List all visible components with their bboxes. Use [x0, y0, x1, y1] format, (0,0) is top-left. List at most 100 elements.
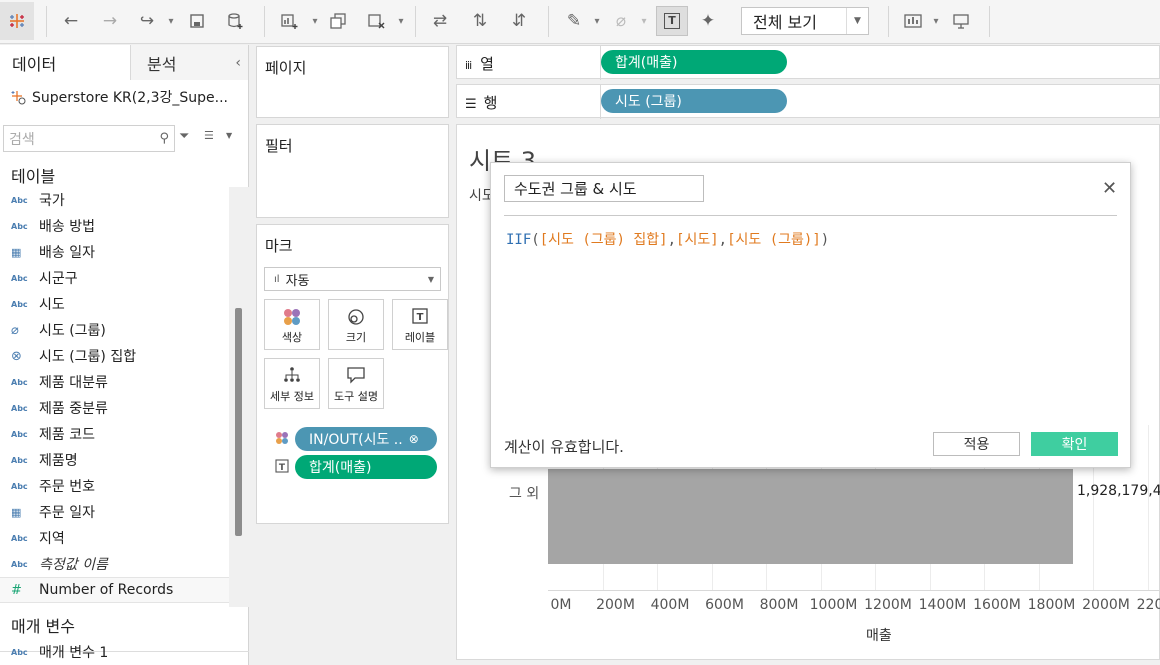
label-button[interactable]: T 레이블: [392, 299, 448, 350]
paperclip-icon[interactable]: ⌀: [610, 6, 632, 36]
filter-icon[interactable]: ⏷: [179, 129, 189, 144]
datasource-item[interactable]: Superstore KR(2,3강_Supe...: [10, 87, 228, 107]
field-item[interactable]: Abc 제품 코드: [0, 421, 229, 447]
string-type-icon: Abc: [11, 481, 28, 491]
presentation-icon[interactable]: [950, 6, 972, 36]
undo-icon[interactable]: ←: [60, 6, 82, 36]
x-axis-tick: 1000M: [809, 597, 858, 613]
rows-shelf[interactable]: ☰ 행: [456, 84, 1160, 119]
ok-button[interactable]: 확인: [1031, 432, 1118, 456]
show-labels-icon[interactable]: T: [656, 6, 688, 36]
columns-shelf[interactable]: iii 열: [456, 45, 1160, 80]
pin-icon[interactable]: ✦: [697, 6, 719, 36]
chevron-down-icon: ▼: [427, 274, 434, 284]
mark-type-select[interactable]: ıl 자동 ▼: [264, 267, 441, 291]
pages-shelf-title: 페이지: [265, 59, 307, 77]
string-type-icon: Abc: [11, 273, 28, 283]
chevron-down-icon[interactable]: ▼: [226, 131, 232, 140]
rows-pill-label: 시도 (그룹): [615, 94, 682, 110]
pages-shelf[interactable]: 페이지: [256, 46, 449, 118]
field-item[interactable]: ▦ 주문 일자: [0, 499, 229, 525]
field-item[interactable]: ⊗ 시도 (그룹) 집합: [0, 343, 229, 369]
collapse-pane-icon[interactable]: ‹: [235, 55, 241, 71]
field-item[interactable]: Abc 제품명: [0, 447, 229, 473]
chevron-down-icon[interactable]: ▾: [396, 6, 406, 36]
list-view-icon[interactable]: ☰: [204, 129, 214, 142]
x-axis-tick: 1600M: [973, 597, 1021, 613]
formula-paren-open: (: [531, 232, 540, 248]
marks-card-title: 마크: [265, 237, 293, 255]
parameter-item[interactable]: Abc 매개 변수 1: [0, 639, 229, 665]
rows-icon: ☰: [465, 97, 477, 112]
formula-comma: ,: [667, 232, 677, 248]
field-item-measure[interactable]: # Number of Records: [0, 577, 229, 603]
columns-pill-sales[interactable]: 합계(매출): [601, 50, 787, 74]
swap-icon[interactable]: ⇄: [429, 6, 451, 36]
field-item[interactable]: Abc 주문 번호: [0, 473, 229, 499]
scrollbar-thumb[interactable]: [235, 308, 242, 536]
fit-view-select[interactable]: 전체 보기 ▼: [741, 7, 869, 35]
formula-field-province: [시도]: [676, 232, 719, 248]
close-icon[interactable]: ✕: [1102, 178, 1117, 199]
filters-shelf[interactable]: 필터: [256, 124, 449, 218]
tooltip-button[interactable]: 도구 설명: [328, 358, 384, 409]
new-datasource-icon[interactable]: [224, 6, 246, 36]
label-small-icon: T: [275, 459, 289, 476]
chevron-down-icon[interactable]: ▾: [931, 6, 941, 36]
show-me-icon[interactable]: [902, 6, 924, 36]
redo-icon[interactable]: →: [99, 6, 121, 36]
chevron-down-icon[interactable]: ▾: [310, 6, 320, 36]
x-axis-tick: 800M: [759, 597, 799, 613]
tableau-logo-icon[interactable]: [0, 2, 34, 40]
tab-data[interactable]: 데이터: [0, 45, 131, 80]
string-type-icon: Abc: [11, 647, 28, 657]
string-type-icon: Abc: [11, 221, 28, 231]
field-item[interactable]: ▦ 배송 일자: [0, 239, 229, 265]
chevron-down-icon: ▼: [846, 8, 868, 34]
set-icon: ⊗: [408, 432, 419, 446]
clear-sheet-icon[interactable]: [365, 6, 387, 36]
marks-pill-inout[interactable]: IN/OUT(시도 .. ⊗: [295, 427, 437, 451]
field-item[interactable]: Abc 제품 대분류: [0, 369, 229, 395]
field-item[interactable]: Abc 시도: [0, 291, 229, 317]
chevron-down-icon[interactable]: ▾: [639, 6, 649, 36]
sort-ascending-icon[interactable]: ⇅: [469, 6, 491, 36]
bar-chart-icon: ıl: [274, 273, 280, 285]
formula-editor[interactable]: IIF([시도 (그룹) 집합],[시도],[시도 (그룹)]): [506, 229, 829, 249]
highlight-icon[interactable]: ✎: [563, 6, 585, 36]
formula-paren-close: ): [820, 232, 830, 248]
tab-analysis[interactable]: 분석 ‹: [131, 45, 248, 80]
size-button-label: 크기: [345, 331, 367, 344]
field-item[interactable]: Abc 제품 중분류: [0, 395, 229, 421]
field-item[interactable]: Abc 배송 방법: [0, 213, 229, 239]
color-button[interactable]: 색상: [264, 299, 320, 350]
set-icon: ⊗: [11, 348, 22, 364]
redo-arrow-icon[interactable]: ↪: [136, 6, 158, 36]
field-item[interactable]: Abc 국가: [0, 187, 229, 213]
field-item[interactable]: Abc 측정값 이름: [0, 551, 229, 577]
save-icon[interactable]: [186, 6, 208, 36]
field-item[interactable]: Abc 지역: [0, 525, 229, 551]
new-worksheet-icon[interactable]: [278, 6, 300, 36]
marks-pill-sales[interactable]: 합계(매출): [295, 455, 437, 479]
field-item[interactable]: ⌀ 시도 (그룹): [0, 317, 229, 343]
calendar-icon: ▦: [11, 245, 22, 259]
sort-descending-icon[interactable]: ⇵: [508, 6, 530, 36]
chevron-down-icon[interactable]: ▾: [166, 6, 176, 36]
svg-text:T: T: [417, 312, 424, 323]
detail-button[interactable]: 세부 정보: [264, 358, 320, 409]
string-type-icon: Abc: [11, 533, 28, 543]
rows-pill-province-group[interactable]: 시도 (그룹): [601, 89, 787, 113]
calc-name-input[interactable]: 수도권 그룹 & 시도: [504, 175, 704, 202]
bar-mark[interactable]: [548, 469, 1073, 564]
filters-shelf-title: 필터: [265, 137, 293, 155]
chevron-down-icon[interactable]: ▾: [592, 6, 602, 36]
formula-field-set: [시도 (그룹) 집합]: [539, 232, 668, 248]
field-search-input[interactable]: 검색 ⚲: [3, 125, 175, 152]
search-placeholder: 검색: [9, 131, 35, 148]
apply-button[interactable]: 적용: [933, 432, 1020, 456]
duplicate-icon[interactable]: [327, 6, 349, 36]
marks-pill-inout-label: IN/OUT(시도 ..: [309, 432, 403, 448]
size-button[interactable]: 크기: [328, 299, 384, 350]
field-item[interactable]: Abc 시군구: [0, 265, 229, 291]
